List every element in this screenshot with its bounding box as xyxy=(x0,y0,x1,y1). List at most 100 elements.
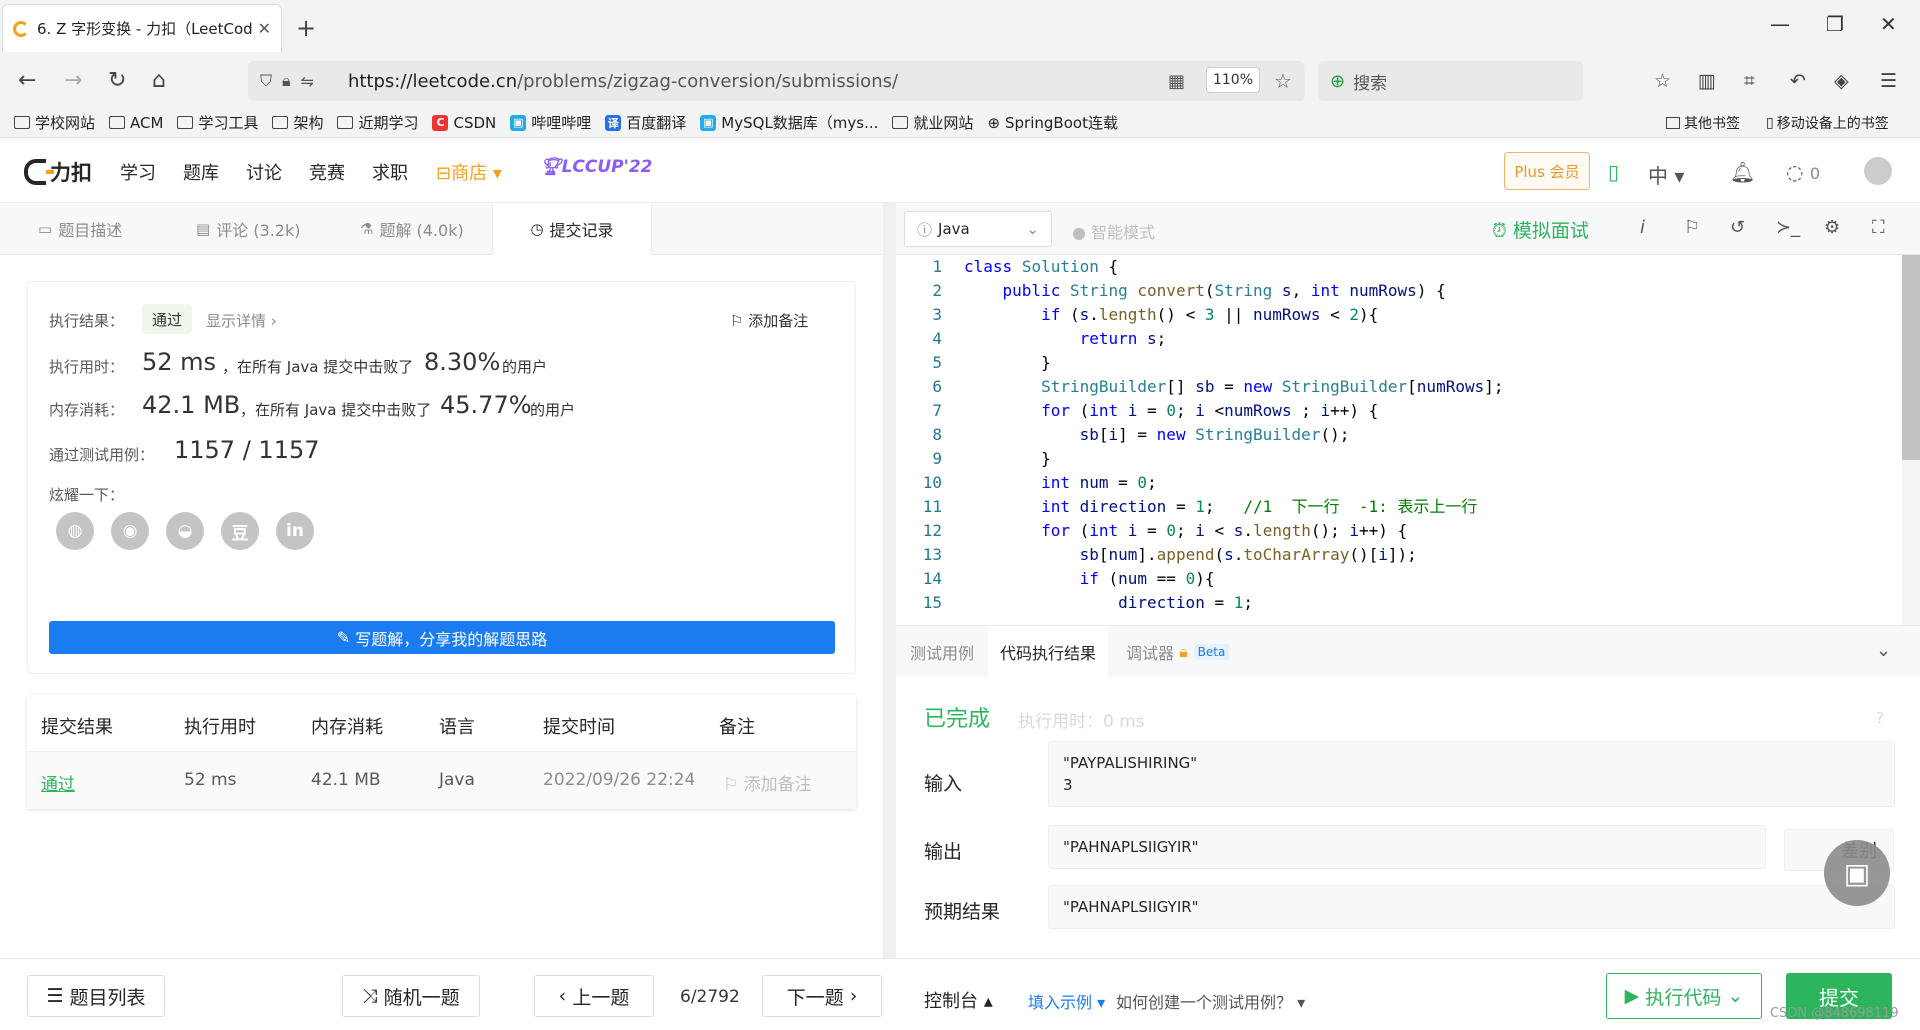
problem-list-button[interactable]: ☰ 题目列表 xyxy=(27,975,165,1017)
collapse-chevron-icon[interactable]: ⌄ xyxy=(1876,640,1891,661)
notification-bell-icon[interactable]: 🔔︎ xyxy=(1730,160,1755,184)
wechat-icon[interactable]: ◍ xyxy=(56,512,94,550)
bookmark-folder[interactable]: ACM xyxy=(109,114,163,132)
avatar[interactable] xyxy=(1864,157,1892,185)
bookmark-folder[interactable]: 近期学习 xyxy=(337,112,418,133)
new-tab-icon[interactable]: + xyxy=(296,14,316,42)
address-bar[interactable]: ⛉ 🔒︎ ⇋ https://leetcode.cn/problems/zigz… xyxy=(248,61,1305,101)
reload-icon[interactable]: ↻ xyxy=(108,68,126,93)
input-box: "PAYPALISHIRING" 3 xyxy=(1048,741,1895,807)
reset-icon[interactable]: ↺ xyxy=(1730,217,1745,238)
restore-icon[interactable]: ❐ xyxy=(1826,12,1844,36)
reading-view-icon[interactable]: ▥ xyxy=(1698,70,1716,92)
mobile-app-icon[interactable]: ▯ xyxy=(1608,160,1619,184)
nav-contest[interactable]: 竞赛 xyxy=(309,159,345,185)
tab-run-result[interactable]: 代码执行结果 xyxy=(988,626,1109,678)
tab-comments[interactable]: ▤ 评论 (3.2k) xyxy=(196,203,300,255)
browser-tab[interactable]: 6. Z 字形变换 - 力扣（LeetCod ✕ xyxy=(2,4,282,52)
add-note-button[interactable]: ⚐ 添加备注 xyxy=(730,310,808,331)
run-flag-icon[interactable]: ⚐ xyxy=(1684,217,1700,238)
tab-testcase[interactable]: 测试用例 xyxy=(910,626,974,678)
lccup-banner[interactable]: 🏆︎LCCUP'22 xyxy=(540,157,653,177)
how-to-testcase-link[interactable]: 如何创建一个测试用例？ ▾ xyxy=(1116,989,1305,1013)
back-icon[interactable]: ← xyxy=(18,68,36,93)
bookmark-folder[interactable]: 学校网站 xyxy=(14,112,95,133)
bookmark-folder[interactable]: 架构 xyxy=(272,112,323,133)
beta-badge: Beta xyxy=(1193,644,1230,660)
trophy-icon: 🏆︎ xyxy=(540,157,562,177)
smart-mode-toggle[interactable]: ● 智能模式 xyxy=(1072,219,1155,243)
write-solution-button[interactable]: ✎ 写题解，分享我的解题思路 xyxy=(49,621,835,654)
mobile-bookmarks[interactable]: ▯ 移动设备上的书签 xyxy=(1766,108,1889,138)
random-problem-button[interactable]: ⤨ 随机一题 xyxy=(342,975,480,1017)
home-icon[interactable]: ⌂ xyxy=(152,68,166,93)
points-icon[interactable]: ◌ 0 xyxy=(1786,160,1820,184)
tab-solutions[interactable]: ⚗ 题解 (4.0k) xyxy=(360,203,464,255)
nav-problemset[interactable]: 题库 xyxy=(183,159,219,185)
tab-submissions[interactable]: ◷ 提交记录 xyxy=(492,203,652,255)
panel-resizer[interactable] xyxy=(883,203,896,958)
qq-icon[interactable]: ◒ xyxy=(166,512,204,550)
leetcode-logo[interactable]: 力扣 xyxy=(24,157,92,187)
nav-discuss[interactable]: 讨论 xyxy=(246,159,282,185)
tab-description[interactable]: ▭ 题目描述 xyxy=(38,203,122,255)
terminal-icon[interactable]: ≻_ xyxy=(1776,217,1800,238)
zoom-level[interactable]: 110% xyxy=(1206,67,1260,93)
language-select[interactable]: ⓘ Java ⌄ xyxy=(904,211,1052,247)
table-row[interactable]: 通过 52 ms 42.1 MB Java 2022/09/26 22:24 ⚐… xyxy=(27,751,856,809)
bookmark-folder[interactable]: 就业网站 xyxy=(892,112,973,133)
minimize-icon[interactable]: — xyxy=(1770,12,1790,36)
language-toggle[interactable]: 中 ▾ xyxy=(1648,160,1684,189)
linkedin-icon[interactable]: in xyxy=(276,512,314,550)
extension-icon[interactable]: ◈ xyxy=(1834,70,1849,92)
star-bookmark-icon[interactable]: ☆ xyxy=(1274,69,1292,93)
info-italic-icon[interactable]: i xyxy=(1640,217,1645,238)
tab-debugger[interactable]: 调试器 🔒︎ Beta xyxy=(1126,626,1230,678)
search-input[interactable]: ⊕ 搜索 xyxy=(1318,61,1583,101)
forward-icon[interactable]: → xyxy=(64,68,82,93)
console-panel: 已完成 执行用时：0 ms ? 输入 "PAYPALISHIRING" 3 输出… xyxy=(896,677,1920,958)
row-add-note[interactable]: ⚐ 添加备注 xyxy=(723,770,812,795)
qr-code-icon[interactable]: ▦ xyxy=(1168,71,1185,92)
mock-interview-button[interactable]: ⏰︎ 模拟面试 xyxy=(1492,216,1589,243)
bookmark-folder[interactable]: 学习工具 xyxy=(177,112,258,133)
scrollbar-thumb[interactable] xyxy=(1902,255,1920,460)
prev-problem-button[interactable]: ‹ 上一题 xyxy=(534,975,654,1017)
fullscreen-icon[interactable]: ⛶ xyxy=(1872,217,1885,238)
bilibili-icon: ▣ xyxy=(700,114,717,131)
nav-shop[interactable]: ⊟商店 ▾ xyxy=(436,159,502,185)
row-language: Java xyxy=(439,770,475,790)
editor-scrollbar[interactable] xyxy=(1902,255,1920,625)
help-icon[interactable]: ? xyxy=(1876,709,1884,727)
lock-icon: 🔒︎ xyxy=(1179,642,1188,661)
crop-icon[interactable]: ⌗ xyxy=(1744,70,1755,92)
floating-notes-button[interactable]: ▣ xyxy=(1824,840,1890,906)
run-code-button[interactable]: ▶ 执行代码 ⌄ xyxy=(1606,973,1762,1019)
other-bookmarks[interactable]: 其他书签 xyxy=(1666,108,1740,138)
close-tab-icon[interactable]: ✕ xyxy=(258,19,271,38)
code-editor[interactable]: 1 class Solution { 2 public String conver… xyxy=(896,255,1920,625)
weibo-icon[interactable]: ◉ xyxy=(111,512,149,550)
douban-icon[interactable]: 豆 xyxy=(221,512,259,550)
undo-icon[interactable]: ↶ xyxy=(1790,70,1806,92)
console-toggle[interactable]: 控制台 ▴ xyxy=(924,987,993,1013)
flag-icon: ⚐ xyxy=(723,775,739,795)
bookmark-link[interactable]: C CSDN xyxy=(432,114,496,132)
bookmark-link[interactable]: ⊕ SpringBoot连载 xyxy=(987,112,1118,133)
row-result-link[interactable]: 通过 xyxy=(41,770,75,795)
nav-learn[interactable]: 学习 xyxy=(120,159,156,185)
favorites-icon[interactable]: ☆ xyxy=(1654,70,1671,92)
bookmarks-bar: 学校网站 ACM 学习工具 架构 近期学习 C CSDN ▣ 哔哩哔哩 译百度翻译 … xyxy=(0,108,1920,138)
close-window-icon[interactable]: ✕ xyxy=(1880,12,1897,36)
nav-jobs[interactable]: 求职 xyxy=(372,159,408,185)
settings-gear-icon[interactable]: ⚙ xyxy=(1824,217,1840,238)
show-details-link[interactable]: 显示详情 › xyxy=(206,310,277,331)
plus-member-button[interactable]: Plus 会员 xyxy=(1504,152,1590,190)
bookmark-link[interactable]: ▣ 哔哩哔哩 xyxy=(510,112,591,133)
bookmark-link[interactable]: ▣ MySQL数据库（mys... xyxy=(700,112,878,133)
menu-icon[interactable]: ☰ xyxy=(1880,70,1897,92)
testcases-value: 1157 / 1157 xyxy=(174,436,320,464)
fill-example-button[interactable]: 填入示例 ▾ xyxy=(1028,989,1105,1013)
bookmark-link[interactable]: 译百度翻译 xyxy=(605,112,686,133)
next-problem-button[interactable]: 下一题 › xyxy=(762,975,882,1017)
